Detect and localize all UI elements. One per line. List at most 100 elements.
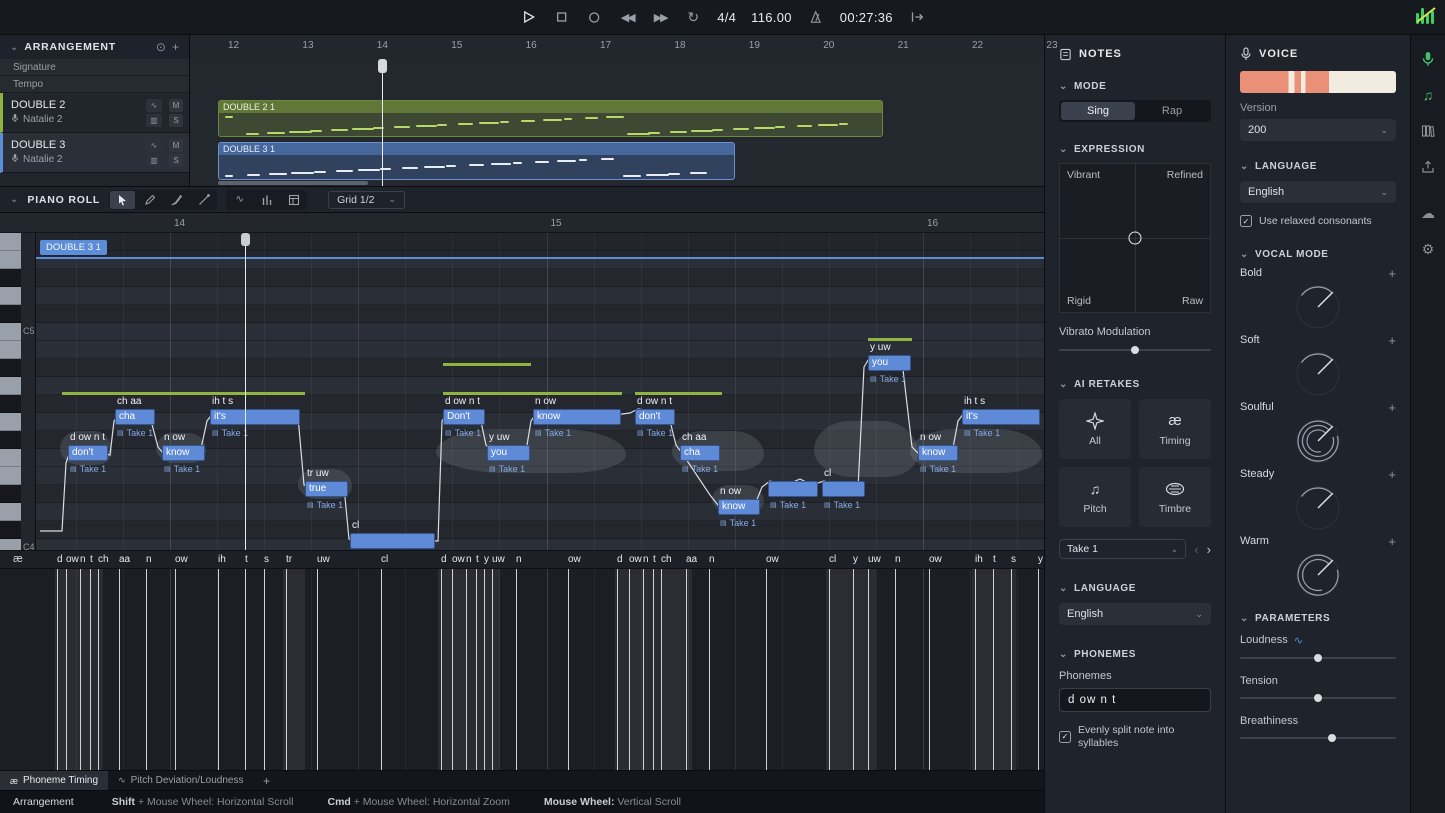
phoneme-boundary[interactable] [516,569,517,770]
phoneme-token[interactable]: n [466,554,472,565]
note-rect[interactable]: Don't [443,409,485,425]
phoneme-token[interactable]: t [476,554,479,565]
mute-button[interactable]: M [169,139,183,152]
phoneme-boundary[interactable] [57,569,58,770]
take-badge[interactable]: ▤Take 1 [70,464,106,474]
clip-double-3-1[interactable]: DOUBLE 3 1 [218,142,735,180]
phoneme-boundary[interactable] [929,569,930,770]
solo-button[interactable]: S [169,154,183,167]
white-key[interactable] [0,449,21,467]
take-selector[interactable]: Take 1 ⌄ [1059,539,1186,559]
export-rail-button[interactable] [1418,157,1438,177]
phoneme-boundary[interactable] [895,569,896,770]
piano-keys[interactable]: C5C4 [0,233,36,550]
phoneme-token[interactable]: ch [661,554,672,565]
vocal-mode-knob[interactable] [1292,415,1344,467]
phoneme-boundary[interactable] [441,569,442,770]
phoneme-boundary[interactable] [218,569,219,770]
phoneme-boundary[interactable] [653,569,654,770]
phoneme-token[interactable]: uw [492,554,505,565]
phoneme-token[interactable]: n [516,554,522,565]
expression-knob[interactable] [1129,232,1142,245]
note[interactable]: d ow n tdon't▤Take 1 [68,445,108,461]
brush-tool[interactable] [164,191,189,209]
track-double-3[interactable]: DOUBLE 3Natalie 2∿▥MS [0,133,189,173]
tab-phoneme-timing[interactable]: æPhoneme Timing [0,771,108,790]
phoneme-boundary[interactable] [452,569,453,770]
phoneme-boundary[interactable] [829,569,830,770]
note[interactable]: n owknow▤Take 1 [718,499,760,515]
note[interactable]: ih t sit's▤Take 1 [210,409,300,425]
phoneme-row[interactable]: æ downtchaanowihtstruwcldowntyuwnowdownt… [0,550,1044,568]
phoneme-boundary[interactable] [175,569,176,770]
parameter-slider[interactable] [1240,651,1396,665]
retake-timbre[interactable]: Timbre [1139,467,1211,527]
phoneme-boundary[interactable] [1038,569,1039,770]
voice-avatar[interactable] [1240,71,1396,93]
phoneme-token[interactable]: uw [868,554,881,565]
rewind-button[interactable]: ◀◀ [618,7,636,27]
metronome-icon[interactable] [807,7,825,27]
horizontal-scrollbar[interactable] [218,181,368,185]
add-track-button[interactable]: + [172,40,179,54]
take-badge[interactable]: ▤Take 1 [870,374,906,384]
vocal-mode-knob[interactable] [1292,482,1344,534]
parameter-slider[interactable] [1240,691,1396,705]
phoneme-token[interactable]: ih [975,554,983,565]
phoneme-token[interactable]: n [643,554,649,565]
settings-rail-button[interactable]: ⚙ [1418,239,1438,259]
note-rect[interactable] [768,481,818,497]
voice-rail-button[interactable] [1418,49,1438,69]
black-key[interactable] [0,359,21,377]
phoneme-boundary[interactable] [476,569,477,770]
phoneme-boundary[interactable] [568,569,569,770]
black-key[interactable] [0,485,21,503]
tempo-display[interactable]: 116.00 [751,10,792,25]
note-language-section-label[interactable]: ⌄ LANGUAGE [1059,583,1211,594]
note-rect[interactable]: know [533,409,621,425]
take-badge[interactable]: ▤Take 1 [212,428,248,438]
phoneme-boundary[interactable] [853,569,854,770]
retake-timing[interactable]: æTiming [1139,399,1211,459]
relaxed-consonants-checkbox[interactable]: ✓ Use relaxed consonants [1240,215,1396,228]
phoneme-boundary[interactable] [264,569,265,770]
phoneme-token[interactable]: d [57,554,63,565]
phoneme-token[interactable]: d [441,554,447,565]
note-rect[interactable]: know [718,499,760,515]
phoneme-token[interactable]: ih [218,554,226,565]
playhead[interactable] [382,59,383,186]
phonemes-input[interactable]: d ow n t [1059,688,1211,712]
phoneme-token[interactable]: cl [829,554,836,565]
meta-row-tempo[interactable]: Tempo [0,76,189,93]
note[interactable]: ih t sit's▤Take 1 [962,409,1040,425]
solo-button[interactable]: S [169,114,183,127]
voice-language-section-label[interactable]: ⌄ LANGUAGE [1240,161,1396,172]
add-vocal-mode-button[interactable]: + [1388,467,1396,482]
select-tool[interactable] [110,191,135,209]
goto-end-button[interactable] [908,7,926,27]
note-rect[interactable]: cha [115,409,155,425]
phoneme-token[interactable]: t [653,554,656,565]
note-rect[interactable]: you [868,355,911,371]
take-badge[interactable]: ▤Take 1 [535,428,571,438]
note[interactable]: cl▤Take 1 [350,533,435,549]
phoneme-boundary[interactable] [466,569,467,770]
note[interactable]: tr uwtrue▤Take 1 [305,481,348,497]
prev-take-button[interactable]: ‹ [1194,542,1198,557]
checkbox-icon[interactable]: ✓ [1240,215,1252,227]
loop-button[interactable]: ↻ [684,7,702,27]
white-key[interactable] [0,287,21,305]
meta-row-signature[interactable]: Signature [0,59,189,76]
time-display[interactable]: 00:27:36 [840,10,893,25]
vocal-mode-knob[interactable] [1292,281,1344,333]
slider-thumb[interactable] [1328,734,1336,742]
white-key[interactable] [0,377,21,395]
ai-retakes-section-label[interactable]: ⌄ AI RETAKES [1059,379,1211,390]
phoneme-token[interactable]: n [146,554,152,565]
note[interactable]: cl▤Take 1 [822,481,865,497]
phoneme-boundary[interactable] [492,569,493,770]
arrangement-timeline[interactable]: DOUBLE 2 1DOUBLE 3 1 [190,59,1044,186]
play-button[interactable] [519,7,537,27]
playhead-handle[interactable] [241,233,250,246]
expression-section-label[interactable]: ⌄ EXPRESSION [1059,144,1211,155]
